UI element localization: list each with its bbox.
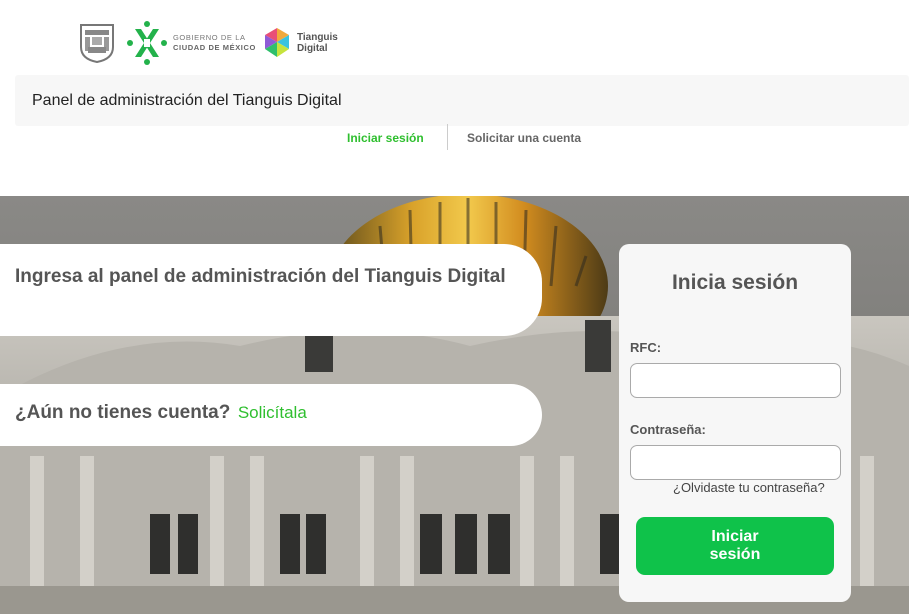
gobierno-line-1: GOBIERNO DE LA [173, 33, 246, 42]
page: GOBIERNO DE LA CIUDAD DE MÉXICO Tianguis… [0, 0, 909, 614]
cdmx-shield-icon [80, 24, 114, 63]
auth-tabs: Iniciar sesión Solicitar una cuenta [0, 124, 909, 150]
gobierno-line-2: CIUDAD DE MÉXICO [173, 43, 256, 52]
login-title: Inicia sesión [671, 271, 799, 294]
login-card: Inicia sesión RFC: Contraseña: ¿Olvidast… [619, 244, 851, 602]
gobierno-cdmx-wordmark: GOBIERNO DE LA CIUDAD DE MÉXICO [173, 33, 256, 53]
login-submit-button[interactable]: Iniciar sesión [636, 517, 834, 575]
password-label: Contraseña: [630, 422, 706, 437]
header-logos: GOBIERNO DE LA CIUDAD DE MÉXICO Tianguis… [79, 20, 338, 66]
rfc-input[interactable] [630, 363, 841, 398]
no-account-question: ¿Aún no tienes cuenta? [15, 402, 231, 423]
rfc-label: RFC: [630, 340, 662, 355]
tianguis-line-1: Tianguis [296, 32, 338, 43]
tab-divider [447, 124, 448, 150]
tab-request-account[interactable]: Solicitar una cuenta [467, 131, 581, 145]
forgot-password-link[interactable]: ¿Olvidaste tu contraseña? [673, 480, 825, 495]
panel-title: Panel de administración del Tianguis Dig… [32, 91, 342, 109]
tianguis-digital-logo-icon [264, 28, 289, 57]
panel-title-bar: Panel de administración del Tianguis Dig… [15, 75, 909, 126]
tab-login[interactable]: Iniciar sesión [347, 131, 424, 145]
password-input[interactable] [630, 445, 841, 480]
no-account-card: ¿Aún no tienes cuenta? Solicítala [0, 384, 542, 446]
request-account-link[interactable]: Solicítala [238, 403, 307, 422]
cdmx-x-logo-icon [127, 21, 167, 65]
hero-headline: Ingresa al panel de administración del T… [15, 266, 506, 287]
tianguis-line-2: Digital [296, 43, 328, 54]
hero-headline-card: Ingresa al panel de administración del T… [0, 244, 542, 336]
tianguis-digital-wordmark: Tianguis Digital [297, 32, 338, 54]
